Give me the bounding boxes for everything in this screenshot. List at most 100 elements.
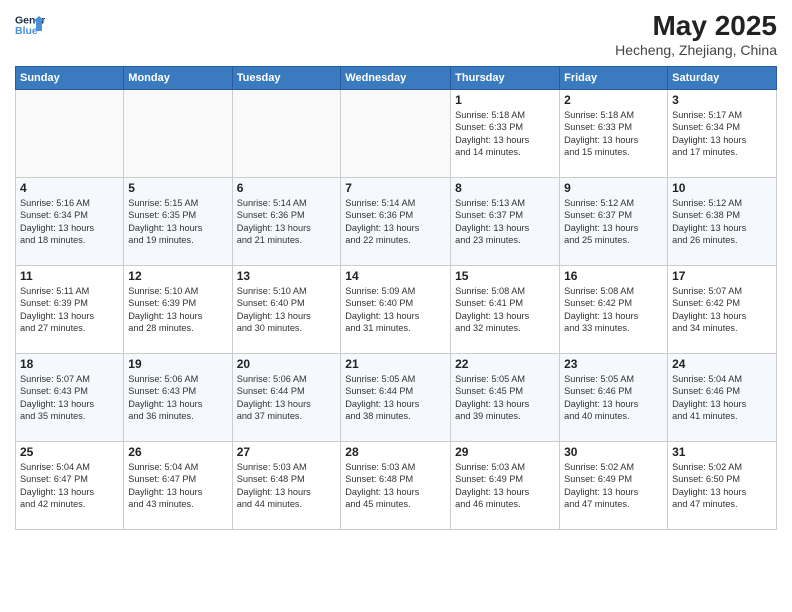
day-info: Sunrise: 5:11 AMSunset: 6:39 PMDaylight:… <box>20 285 119 335</box>
day-cell: 16 Sunrise: 5:08 AMSunset: 6:42 PMDayligh… <box>560 266 668 354</box>
week-row-5: 25 Sunrise: 5:04 AMSunset: 6:47 PMDayligh… <box>16 442 777 530</box>
weekday-saturday: Saturday <box>668 67 777 90</box>
week-row-4: 18 Sunrise: 5:07 AMSunset: 6:43 PMDayligh… <box>16 354 777 442</box>
day-cell: 22Sunrise: 5:05 AMSunset: 6:45 PMDayligh… <box>451 354 560 442</box>
day-cell: 19 Sunrise: 5:06 AMSunset: 6:43 PMDayligh… <box>124 354 232 442</box>
day-number: 4 <box>20 181 119 195</box>
day-number: 26 <box>128 445 227 459</box>
page-container: General Blue May 2025 Hecheng, Zhejiang,… <box>0 0 792 540</box>
month-year: May 2025 <box>615 10 777 42</box>
day-number: 17 <box>672 269 772 283</box>
day-info: Sunrise: 5:02 AMSunset: 6:49 PMDaylight:… <box>564 461 663 511</box>
logo-icon: General Blue <box>15 10 45 40</box>
day-cell: 18 Sunrise: 5:07 AMSunset: 6:43 PMDayligh… <box>16 354 124 442</box>
day-info: Sunrise: 5:03 AMSunset: 6:49 PMDaylight:… <box>455 461 555 511</box>
day-info: Sunrise: 5:18 AMSunset: 6:33 PMDaylight:… <box>564 109 663 159</box>
day-info: Sunrise: 5:07 AMSunset: 6:42 PMDaylight:… <box>672 285 772 335</box>
day-cell: 20 Sunrise: 5:06 AMSunset: 6:44 PMDayligh… <box>232 354 341 442</box>
weekday-sunday: Sunday <box>16 67 124 90</box>
day-cell: 29Sunrise: 5:03 AMSunset: 6:49 PMDayligh… <box>451 442 560 530</box>
day-cell <box>232 90 341 178</box>
day-info: Sunrise: 5:04 AMSunset: 6:47 PMDaylight:… <box>20 461 119 511</box>
day-number: 5 <box>128 181 227 195</box>
day-info: Sunrise: 5:10 AMSunset: 6:40 PMDaylight:… <box>237 285 337 335</box>
weekday-monday: Monday <box>124 67 232 90</box>
day-cell: 12Sunrise: 5:10 AMSunset: 6:39 PMDayligh… <box>124 266 232 354</box>
day-info: Sunrise: 5:05 AMSunset: 6:44 PMDaylight:… <box>345 373 446 423</box>
day-cell: 3 Sunrise: 5:17 AMSunset: 6:34 PMDaylight… <box>668 90 777 178</box>
day-cell <box>16 90 124 178</box>
day-number: 28 <box>345 445 446 459</box>
weekday-friday: Friday <box>560 67 668 90</box>
day-number: 14 <box>345 269 446 283</box>
weekday-row: SundayMondayTuesdayWednesdayThursdayFrid… <box>16 67 777 90</box>
day-cell: 30 Sunrise: 5:02 AMSunset: 6:49 PMDayligh… <box>560 442 668 530</box>
day-number: 25 <box>20 445 119 459</box>
day-number: 16 <box>564 269 663 283</box>
day-number: 7 <box>345 181 446 195</box>
day-info: Sunrise: 5:14 AMSunset: 6:36 PMDaylight:… <box>237 197 337 247</box>
day-number: 15 <box>455 269 555 283</box>
day-cell: 25 Sunrise: 5:04 AMSunset: 6:47 PMDayligh… <box>16 442 124 530</box>
day-info: Sunrise: 5:05 AMSunset: 6:45 PMDaylight:… <box>455 373 555 423</box>
day-info: Sunrise: 5:09 AMSunset: 6:40 PMDaylight:… <box>345 285 446 335</box>
day-info: Sunrise: 5:06 AMSunset: 6:43 PMDaylight:… <box>128 373 227 423</box>
day-cell: 31Sunrise: 5:02 AMSunset: 6:50 PMDayligh… <box>668 442 777 530</box>
title-block: May 2025 Hecheng, Zhejiang, China <box>615 10 777 58</box>
day-info: Sunrise: 5:07 AMSunset: 6:43 PMDaylight:… <box>20 373 119 423</box>
day-number: 11 <box>20 269 119 283</box>
day-number: 8 <box>455 181 555 195</box>
day-cell: 1Sunrise: 5:18 AMSunset: 6:33 PMDaylight… <box>451 90 560 178</box>
day-cell <box>341 90 451 178</box>
day-number: 19 <box>128 357 227 371</box>
day-cell: 24Sunrise: 5:04 AMSunset: 6:46 PMDayligh… <box>668 354 777 442</box>
calendar-body: 1 Sunrise: 5:18 AMSunset: 6:33 PMDaylight… <box>16 90 777 530</box>
day-number: 6 <box>237 181 337 195</box>
day-cell: 5 Sunrise: 5:15 AMSunset: 6:35 PMDaylight… <box>124 178 232 266</box>
location: Hecheng, Zhejiang, China <box>615 42 777 58</box>
day-number: 13 <box>237 269 337 283</box>
day-cell: 11 Sunrise: 5:11 AMSunset: 6:39 PMDayligh… <box>16 266 124 354</box>
day-info: Sunrise: 5:03 AMSunset: 6:48 PMDaylight:… <box>345 461 446 511</box>
day-number: 30 <box>564 445 663 459</box>
day-cell: 10Sunrise: 5:12 AMSunset: 6:38 PMDayligh… <box>668 178 777 266</box>
day-number: 27 <box>237 445 337 459</box>
day-number: 1 <box>455 93 555 107</box>
calendar-table: SundayMondayTuesdayWednesdayThursdayFrid… <box>15 66 777 530</box>
day-number: 20 <box>237 357 337 371</box>
day-cell: 28 Sunrise: 5:03 AMSunset: 6:48 PMDayligh… <box>341 442 451 530</box>
header: General Blue May 2025 Hecheng, Zhejiang,… <box>15 10 777 58</box>
day-number: 18 <box>20 357 119 371</box>
week-row-1: 1 Sunrise: 5:18 AMSunset: 6:33 PMDaylight… <box>16 90 777 178</box>
day-info: Sunrise: 5:03 AMSunset: 6:48 PMDaylight:… <box>237 461 337 511</box>
day-cell: 21Sunrise: 5:05 AMSunset: 6:44 PMDayligh… <box>341 354 451 442</box>
day-info: Sunrise: 5:08 AMSunset: 6:42 PMDaylight:… <box>564 285 663 335</box>
day-cell: 4Sunrise: 5:16 AMSunset: 6:34 PMDaylight… <box>16 178 124 266</box>
calendar-header: SundayMondayTuesdayWednesdayThursdayFrid… <box>16 67 777 90</box>
day-info: Sunrise: 5:06 AMSunset: 6:44 PMDaylight:… <box>237 373 337 423</box>
day-info: Sunrise: 5:08 AMSunset: 6:41 PMDaylight:… <box>455 285 555 335</box>
day-info: Sunrise: 5:05 AMSunset: 6:46 PMDaylight:… <box>564 373 663 423</box>
day-cell: 9Sunrise: 5:12 AMSunset: 6:37 PMDaylight… <box>560 178 668 266</box>
day-cell: 23 Sunrise: 5:05 AMSunset: 6:46 PMDayligh… <box>560 354 668 442</box>
day-info: Sunrise: 5:17 AMSunset: 6:34 PMDaylight:… <box>672 109 772 159</box>
day-number: 9 <box>564 181 663 195</box>
day-number: 10 <box>672 181 772 195</box>
day-info: Sunrise: 5:15 AMSunset: 6:35 PMDaylight:… <box>128 197 227 247</box>
day-cell: 14 Sunrise: 5:09 AMSunset: 6:40 PMDayligh… <box>341 266 451 354</box>
day-number: 23 <box>564 357 663 371</box>
logo: General Blue <box>15 10 47 40</box>
day-number: 3 <box>672 93 772 107</box>
day-number: 24 <box>672 357 772 371</box>
svg-text:Blue: Blue <box>15 25 38 37</box>
weekday-thursday: Thursday <box>451 67 560 90</box>
week-row-2: 4Sunrise: 5:16 AMSunset: 6:34 PMDaylight… <box>16 178 777 266</box>
day-cell: 6 Sunrise: 5:14 AMSunset: 6:36 PMDaylight… <box>232 178 341 266</box>
day-cell: 13 Sunrise: 5:10 AMSunset: 6:40 PMDayligh… <box>232 266 341 354</box>
weekday-wednesday: Wednesday <box>341 67 451 90</box>
day-cell: 27 Sunrise: 5:03 AMSunset: 6:48 PMDayligh… <box>232 442 341 530</box>
day-number: 31 <box>672 445 772 459</box>
day-cell: 8Sunrise: 5:13 AMSunset: 6:37 PMDaylight… <box>451 178 560 266</box>
day-cell <box>124 90 232 178</box>
day-info: Sunrise: 5:04 AMSunset: 6:47 PMDaylight:… <box>128 461 227 511</box>
